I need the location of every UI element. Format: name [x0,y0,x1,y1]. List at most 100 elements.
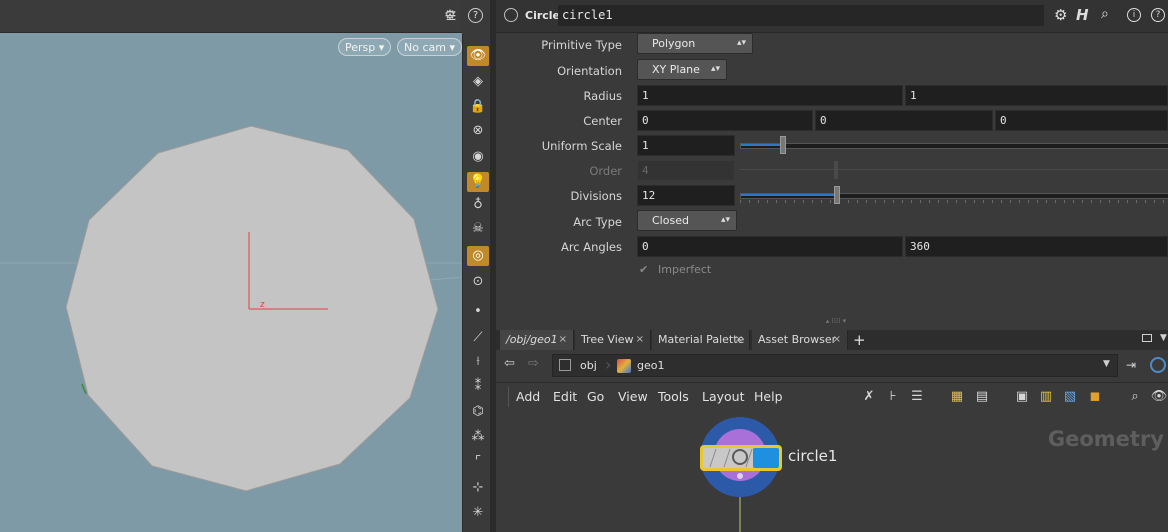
gear-icon[interactable]: ⚙ [1054,6,1067,24]
network-editor[interactable]: Geometry circle1 [496,411,1168,532]
slider-tick [1064,200,1065,203]
divisions-field[interactable]: 12 [637,185,735,206]
houdini-help-icon[interactable]: H [1076,6,1089,24]
slider-tick [938,200,939,203]
close-icon[interactable]: × [735,330,743,350]
point-icon[interactable]: • [467,302,489,322]
menu-layout[interactable]: Layout [702,389,745,404]
menu-add[interactable]: Add [516,389,540,404]
geo-icon [617,359,631,373]
forward-icon[interactable]: ⇨ [528,356,539,371]
radius-x-field[interactable]: 1 [637,85,903,106]
center-z-field[interactable]: 0 [995,110,1168,131]
center-y-field[interactable]: 0 [815,110,993,131]
slider-tick [1136,200,1137,203]
slider-tick [1127,200,1128,203]
back-icon[interactable]: ⇦ [504,356,515,371]
center-x-field[interactable]: 0 [637,110,813,131]
visibility-icon[interactable]: 👁 [1150,388,1168,406]
network-box-icon[interactable]: ▣ [1013,388,1031,406]
lighting-icon[interactable]: 💡 [467,172,489,192]
zoom-icon[interactable]: ⌕ [1126,388,1144,406]
output-connector[interactable] [737,473,743,479]
show-selection-icon[interactable]: 👁 [467,46,489,66]
perspective-menu[interactable]: Persp ▾ [338,38,392,56]
help-icon[interactable]: ? [468,8,483,23]
info-icon[interactable]: i [1127,8,1141,22]
light-bulb-icon[interactable]: ♁ [467,195,489,215]
add-tab-icon[interactable]: + [853,331,866,349]
bundle-icon[interactable]: ◼ [1086,388,1104,406]
param-help-icon[interactable]: ? [1151,8,1165,22]
brush-icon[interactable]: ⟋ [467,328,489,348]
pane-menu-icon[interactable]: ▼ [1160,333,1167,343]
radius-y-field[interactable]: 1 [905,85,1168,106]
tab-material-palette[interactable]: Material Palette × [652,330,750,350]
menu-edit[interactable]: Edit [553,389,577,404]
scene-viewport[interactable]: z ⚙ ☰ Persp ▾ No cam ▾ [0,0,462,532]
menu-help[interactable]: Help [754,389,783,404]
maximize-icon[interactable] [1142,334,1152,342]
snap-icon[interactable]: ⊗ [467,121,489,141]
viewport-canvas[interactable]: z [0,32,462,532]
divisions-slider[interactable] [740,193,1168,199]
paint-icon[interactable]: ⌬ [467,402,489,422]
primitive-type-menu[interactable]: Polygon ▴▾ [637,33,753,54]
search-icon[interactable]: ⌕ [1101,6,1109,22]
path-obj[interactable]: obj [580,359,597,372]
lock-icon[interactable]: 🔒 [467,97,489,117]
menu-go[interactable]: Go [587,389,604,404]
ghost-icon[interactable]: ◈ [467,72,489,92]
network-canvas[interactable] [496,411,1168,532]
slider-tick [1163,200,1164,203]
tree-icon[interactable]: ⊦ [884,388,902,406]
close-icon[interactable]: × [559,330,567,350]
viewport-settings-icon[interactable]: ☰ [443,8,459,24]
node-name-field[interactable]: circle1 [558,5,1044,26]
close-icon[interactable]: × [833,330,841,350]
arc-angles-end-field[interactable]: 360 [905,236,1168,257]
corner-icon[interactable]: ⌜ [467,452,489,472]
tab-tree-view[interactable]: Tree View × [575,330,651,350]
path-geo[interactable]: geo1 [637,359,664,372]
close-icon[interactable]: × [636,330,644,350]
tools-icon[interactable]: ✗ [860,388,878,406]
eye-icon[interactable]: ⊙ [467,272,489,292]
uniform-scale-slider[interactable] [740,143,1168,149]
shape-palette-icon[interactable]: ▤ [973,388,991,406]
color-palette-icon[interactable]: ▦ [948,388,966,406]
tab-obj-geo1[interactable]: /obj/geo1 × [500,330,574,350]
pane-drag-handle[interactable]: ▴ ⁞⁞⁞⁞ ▾ [796,318,876,325]
slider-tick [749,200,750,203]
pin-icon[interactable]: ⟊ [467,352,489,372]
link-icon[interactable] [1150,357,1166,373]
uniform-scale-handle[interactable] [780,136,786,154]
display-flag[interactable] [753,448,779,468]
arc-angles-start-field[interactable]: 0 [637,236,903,257]
pin-icon[interactable]: ⇥ [1126,358,1136,372]
image-icon[interactable]: ▧ [1061,388,1079,406]
checkmark-icon[interactable]: ✔ [639,263,648,276]
skull-icon[interactable]: ☠ [467,219,489,239]
transform-icon[interactable]: ⊹ [467,478,489,498]
slider-tick [875,200,876,203]
slider-tick [740,200,741,203]
orientation-menu[interactable]: XY Plane ▴▾ [637,59,727,80]
render-icon[interactable]: ◎ [467,246,489,266]
sticky-note-icon[interactable]: ▥ [1037,388,1055,406]
number-display-icon[interactable]: ⁂ [467,427,489,447]
number-icon[interactable]: ⁑ [467,377,489,397]
list-icon[interactable]: ☰ [908,388,926,406]
path-dropdown-icon[interactable]: ▼ [1103,359,1110,369]
divisions-handle[interactable] [834,186,840,204]
display-sphere-icon[interactable]: ◉ [467,147,489,167]
path-breadcrumb[interactable]: obj › geo1 ▼ [552,354,1118,377]
uniform-scale-field[interactable]: 1 [637,135,735,156]
camera-menu[interactable]: No cam ▾ [397,38,462,56]
slider-tick [1019,200,1020,203]
menu-view[interactable]: View [618,389,648,404]
menu-tools[interactable]: Tools [658,389,689,404]
vector-icon[interactable]: ✳ [467,503,489,523]
tab-asset-browser[interactable]: Asset Browser × [752,330,848,350]
arc-type-menu[interactable]: Closed ▴▾ [637,210,737,231]
